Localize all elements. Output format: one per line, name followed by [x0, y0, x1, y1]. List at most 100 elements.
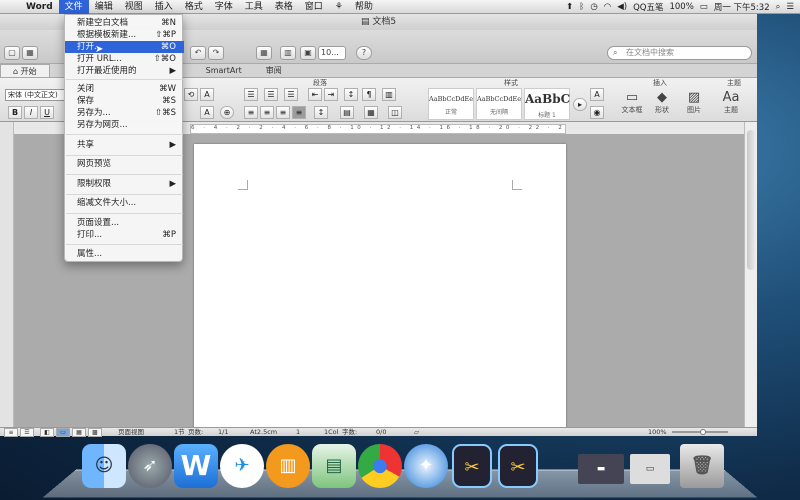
- menu-format[interactable]: 格式: [179, 0, 209, 14]
- feishu-icon[interactable]: ✈: [220, 444, 264, 488]
- align-center-icon[interactable]: ≡: [260, 106, 274, 119]
- wifi-icon[interactable]: ◠: [604, 2, 611, 12]
- redo-icon[interactable]: ↷: [208, 46, 224, 60]
- proofing-icon[interactable]: ▱: [414, 428, 419, 437]
- menu-insert[interactable]: 插入: [149, 0, 179, 14]
- insert-shape[interactable]: ◆ 形状: [648, 90, 676, 115]
- safari-icon[interactable]: ✦: [404, 444, 448, 488]
- menu-item-save-as[interactable]: 另存为... ⇧⌘S: [65, 107, 184, 119]
- view-draft-icon[interactable]: ≡: [4, 428, 18, 437]
- clear-format-icon[interactable]: ⟲: [184, 88, 198, 101]
- timemachine-icon[interactable]: ◷: [590, 2, 597, 12]
- borders-icon[interactable]: ▥: [382, 88, 396, 101]
- columns-icon[interactable]: ▥: [280, 46, 296, 60]
- volume-icon[interactable]: ◀): [617, 2, 627, 12]
- menu-item-new-from-template[interactable]: 根据模板新建... ⇧⌘P: [65, 29, 184, 41]
- tab-review[interactable]: 审阅: [254, 64, 294, 77]
- view-publish-icon[interactable]: ◧: [40, 428, 54, 437]
- border-dropdown-icon[interactable]: ▦: [364, 106, 378, 119]
- bluetooth-icon[interactable]: ᛒ: [579, 2, 584, 12]
- trash-icon[interactable]: 🗑: [680, 444, 724, 488]
- menu-window[interactable]: 窗口: [299, 0, 329, 14]
- menu-help[interactable]: 帮助: [349, 0, 379, 14]
- bullets-icon[interactable]: ☰: [244, 88, 258, 101]
- download-stack-icon[interactable]: ▭: [630, 454, 670, 484]
- menu-item-save-as-web[interactable]: 另存为网页...: [65, 119, 184, 131]
- font-name-select[interactable]: 宋体 (中文正文): [5, 89, 65, 101]
- zoom-slider-knob[interactable]: [700, 429, 706, 435]
- clock[interactable]: 周一 下午5:32: [714, 1, 770, 13]
- menu-item-restrict[interactable]: 限制权限 ▶: [65, 178, 184, 190]
- reader-icon[interactable]: ▤: [312, 444, 356, 488]
- view-fullscreen-icon[interactable]: ▩: [88, 428, 102, 437]
- insert-picture[interactable]: ▨ 图片: [680, 90, 708, 115]
- sort-icon[interactable]: ↕: [344, 88, 358, 101]
- outdent-icon[interactable]: ⇤: [308, 88, 322, 101]
- script-icon[interactable]: ⚘: [329, 0, 349, 14]
- menu-item-print[interactable]: 打印... ⌘P: [65, 229, 184, 241]
- justify-icon[interactable]: ≡: [292, 106, 306, 119]
- menu-item-open-recent[interactable]: 打开最近使用的 ▶: [65, 65, 184, 77]
- menu-item-share[interactable]: 共享 ▶: [65, 139, 184, 151]
- battery-icon[interactable]: ▭: [700, 2, 708, 12]
- screenshot-2-icon[interactable]: ✂: [498, 444, 538, 488]
- menu-item-open-url[interactable]: 打开 URL... ⇧⌘O: [65, 53, 184, 65]
- menu-item-close[interactable]: 关闭 ⌘W: [65, 83, 184, 95]
- upload-icon[interactable]: ⬆: [566, 2, 573, 12]
- screenshot-1-icon[interactable]: ✂: [452, 444, 492, 488]
- notification-icon[interactable]: ☰: [786, 2, 794, 12]
- shading-icon[interactable]: ▤: [340, 106, 354, 119]
- align-left-icon[interactable]: ≡: [244, 106, 258, 119]
- show-marks-icon[interactable]: ¶: [362, 88, 376, 101]
- menu-item-new[interactable]: 新建空白文档 ⌘N: [65, 17, 184, 29]
- style-normal[interactable]: AaBbCcDdEe 正常: [428, 88, 474, 120]
- menu-item-open[interactable]: 打开... ⌘O: [65, 41, 184, 53]
- align-right-icon[interactable]: ≡: [276, 106, 290, 119]
- ibooks-icon[interactable]: ▥: [266, 444, 310, 488]
- menu-app-word[interactable]: Word: [20, 0, 59, 14]
- bold-button[interactable]: B: [8, 106, 22, 119]
- view-outline-icon[interactable]: ☰: [20, 428, 34, 437]
- indent-icon[interactable]: ⇥: [324, 88, 338, 101]
- wps-icon[interactable]: W: [174, 444, 218, 488]
- tab-home[interactable]: ⌂ 开始: [0, 64, 50, 77]
- horizontal-ruler[interactable]: 6 · 4 · 2 · 2 · 4 · 6 · 8 · 10 · 12 · 14…: [190, 124, 566, 134]
- vertical-scrollbar[interactable]: [744, 122, 757, 427]
- document-page[interactable]: [194, 144, 566, 434]
- multilevel-icon[interactable]: ☰: [284, 88, 298, 101]
- scroll-thumb[interactable]: [747, 130, 755, 270]
- spotlight-icon[interactable]: ⌕: [776, 2, 781, 12]
- word-count[interactable]: 0/0: [376, 428, 386, 437]
- chrome-icon[interactable]: ●: [358, 444, 402, 488]
- styles-next-icon[interactable]: ▸: [573, 98, 587, 111]
- style-heading-1[interactable]: AaBbC 标题 1: [524, 88, 570, 120]
- search-input[interactable]: ⌕ 在文档中搜索: [607, 46, 752, 60]
- menu-font[interactable]: 字体: [209, 0, 239, 14]
- menu-item-save[interactable]: 保存 ⌘S: [65, 95, 184, 107]
- menu-tools[interactable]: 工具: [239, 0, 269, 14]
- menu-item-page-setup[interactable]: 页面设置...: [65, 217, 184, 229]
- enclose-char-icon[interactable]: ⊕: [220, 106, 234, 119]
- menu-item-web-preview[interactable]: 网页预览: [65, 158, 184, 170]
- doc-thumbnail-icon[interactable]: ▬: [578, 454, 624, 484]
- sidebar-icon[interactable]: ▣: [300, 46, 316, 60]
- menu-file[interactable]: 文件: [58, 0, 89, 14]
- numbering-icon[interactable]: ☰: [264, 88, 278, 101]
- paragraph-extra-icon[interactable]: ◫: [388, 106, 402, 119]
- table-icon[interactable]: ▦: [256, 46, 272, 60]
- menu-item-reduce-size[interactable]: 缩减文件大小...: [65, 197, 184, 209]
- menu-table[interactable]: 表格: [269, 0, 299, 14]
- input-method[interactable]: QQ五笔: [633, 1, 663, 13]
- menu-view[interactable]: 视图: [119, 0, 149, 14]
- char-shading-icon[interactable]: A: [200, 106, 214, 119]
- theme-button[interactable]: Aa 主题: [716, 90, 746, 115]
- help-icon[interactable]: ?: [356, 46, 372, 60]
- undo-icon[interactable]: ↶: [190, 46, 206, 60]
- new-doc-icon[interactable]: ▢: [4, 46, 20, 60]
- text-effects-icon[interactable]: A: [200, 88, 214, 101]
- insert-textbox[interactable]: ▭ 文本框: [618, 90, 646, 115]
- zoom-level[interactable]: 100%: [648, 428, 667, 437]
- tab-smartart[interactable]: SmartArt: [194, 64, 254, 77]
- launchpad-icon[interactable]: ➶: [128, 444, 172, 488]
- menu-item-properties[interactable]: 属性...: [65, 248, 184, 260]
